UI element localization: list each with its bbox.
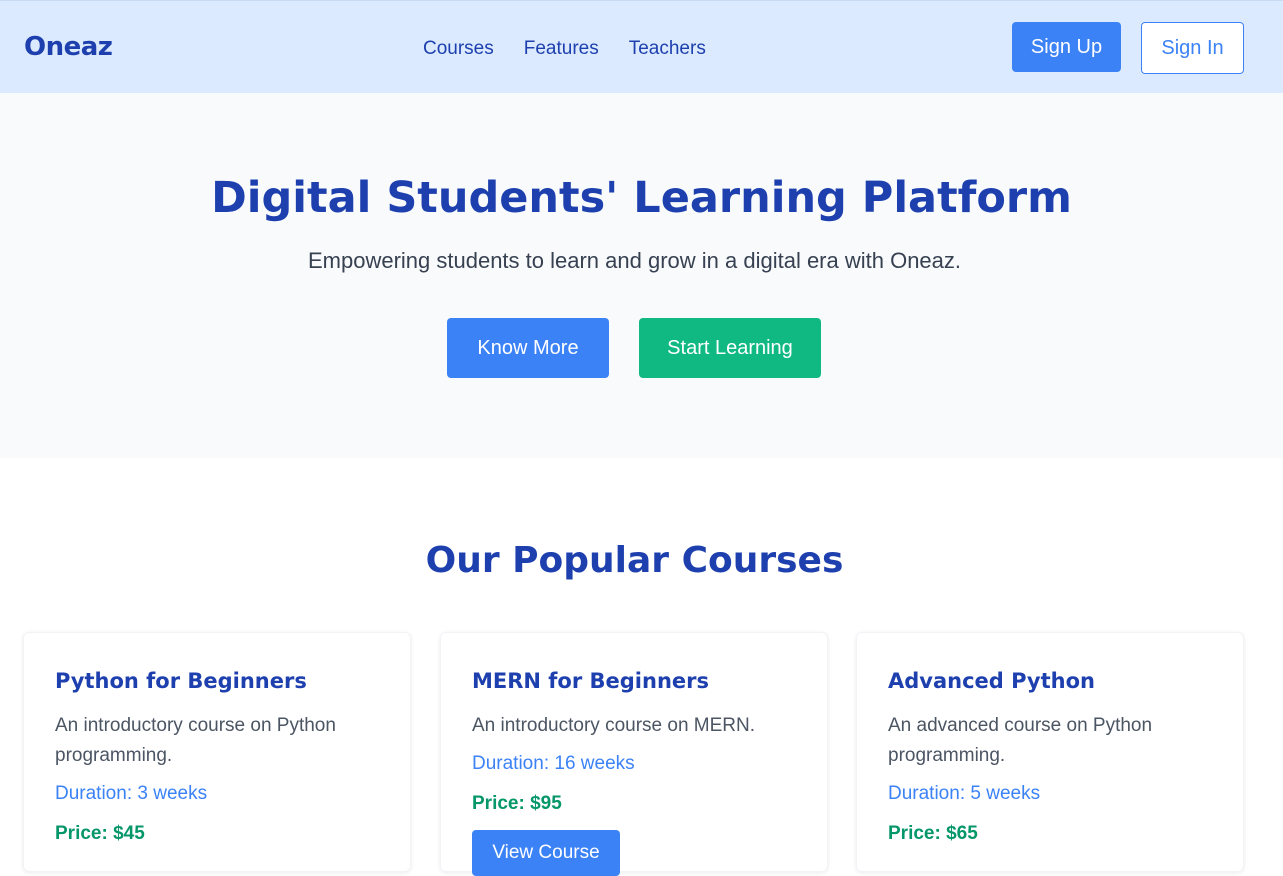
course-description: An introductory course on Python program… (55, 715, 336, 766)
course-title: Advanced Python (888, 669, 1095, 693)
course-duration: Duration: 5 weeks (888, 783, 1041, 804)
nav-links: Courses Features Teachers (423, 38, 706, 60)
course-price: Price: $45 (55, 823, 145, 844)
know-more-button[interactable]: Know More (447, 318, 609, 378)
course-card: Advanced Python An advanced course on Py… (856, 632, 1244, 872)
courses-section-title: Our Popular Courses (425, 540, 844, 581)
navbar: Oneaz Courses Features Teachers Sign Up … (0, 0, 1283, 93)
course-price: Price: $65 (888, 823, 978, 844)
start-learning-button[interactable]: Start Learning (639, 318, 821, 378)
nav-link-features[interactable]: Features (524, 38, 599, 60)
course-description: An advanced course on Python programming… (888, 715, 1153, 766)
nav-link-teachers[interactable]: Teachers (629, 38, 706, 60)
hero-subtitle: Empowering students to learn and grow in… (307, 248, 962, 273)
course-price: Price: $95 (472, 793, 562, 814)
view-course-button[interactable]: View Course (472, 830, 620, 876)
course-duration: Duration: 16 weeks (472, 753, 635, 774)
sign-up-button[interactable]: Sign Up (1012, 22, 1121, 72)
course-description: An introductory course on MERN. (472, 715, 756, 736)
sign-in-button[interactable]: Sign In (1141, 22, 1244, 74)
logo[interactable]: Oneaz (24, 32, 113, 62)
course-card: MERN for Beginners An introductory cours… (440, 632, 828, 876)
hero-title: Digital Students' Learning Platform (211, 173, 1072, 223)
course-title: Python for Beginners (55, 669, 307, 693)
hero-section: Digital Students' Learning Platform Empo… (0, 93, 1283, 458)
course-card: Python for Beginners An introductory cou… (23, 632, 411, 872)
course-duration: Duration: 3 weeks (55, 783, 208, 804)
nav-link-courses[interactable]: Courses (423, 38, 494, 60)
course-title: MERN for Beginners (472, 669, 710, 693)
